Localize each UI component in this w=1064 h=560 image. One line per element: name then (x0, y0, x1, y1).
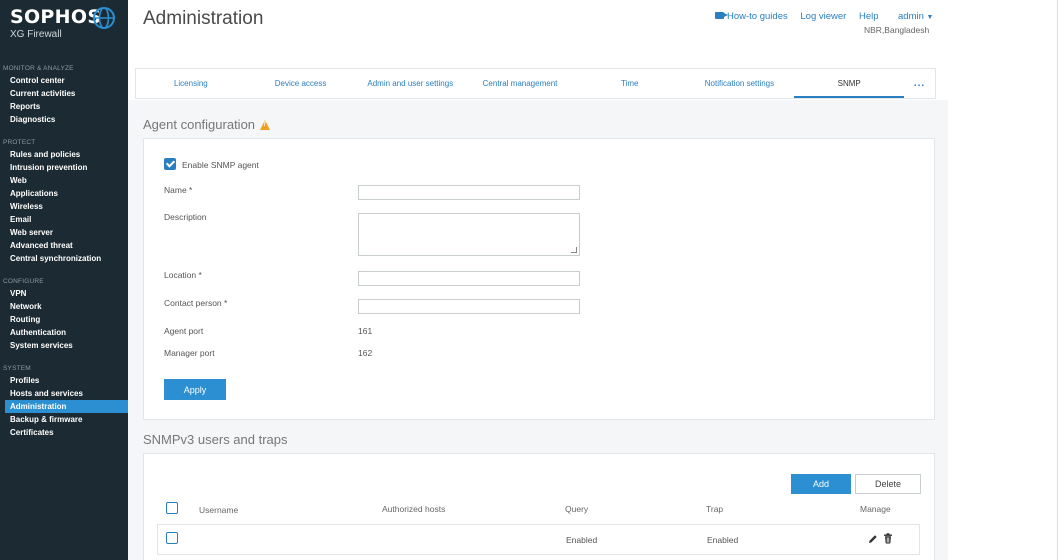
description-label: Description (164, 212, 207, 222)
description-textarea[interactable] (358, 213, 580, 256)
tab-notification-settings[interactable]: Notification settings (685, 69, 795, 98)
nav-gap (0, 126, 128, 138)
sidebar-item-intrusion-prevention[interactable]: Intrusion prevention (0, 161, 128, 174)
agent-configuration-label: Agent configuration (143, 117, 256, 132)
sidebar-nav: MONITOR & ANALYZE Control center Current a… (0, 64, 128, 439)
nav-section-monitor-analyze: MONITOR & ANALYZE (3, 65, 74, 72)
nav-gap (0, 352, 128, 364)
admin-location: NBR,Bangladesh (864, 25, 930, 35)
column-username[interactable]: Username (199, 505, 238, 515)
how-to-guides-label: How-to guides (727, 11, 788, 22)
column-trap[interactable]: Trap (706, 504, 723, 514)
table-row[interactable] (157, 524, 920, 555)
add-button[interactable]: Add (791, 474, 851, 494)
row-trap: Enabled (707, 535, 739, 545)
warning-icon (260, 120, 271, 130)
select-all-checkbox[interactable] (166, 502, 178, 514)
sidebar-item-system-services[interactable]: System services (0, 339, 128, 352)
location-label: Location * (164, 270, 202, 280)
sidebar-item-email[interactable]: Email (0, 213, 128, 226)
sidebar-item-wireless[interactable]: Wireless (0, 200, 128, 213)
brand-name: SOPHOS (10, 6, 102, 28)
product-name: XG Firewall (10, 29, 62, 40)
name-input[interactable] (358, 185, 580, 200)
sidebar-item-current-activities[interactable]: Current activities (0, 87, 128, 100)
sidebar-item-profiles[interactable]: Profiles (0, 374, 128, 387)
sidebar-item-web[interactable]: Web (0, 174, 128, 187)
sidebar-item-network[interactable]: Network (0, 300, 128, 313)
sidebar: SOPHOS XG Firewall MONITOR & ANALYZE Cont… (0, 0, 128, 560)
sidebar-item-routing[interactable]: Routing (0, 313, 128, 326)
row-query: Enabled (566, 535, 598, 545)
sidebar-item-administration[interactable]: Administration (5, 400, 128, 413)
sidebar-item-reports[interactable]: Reports (0, 100, 128, 113)
caret-down-icon: ▼ (926, 14, 934, 21)
manager-port-value: 162 (358, 348, 373, 358)
tab-admin-and-user-settings[interactable]: Admin and user settings (355, 69, 465, 98)
window-edge (1057, 0, 1058, 560)
column-authorized-hosts[interactable]: Authorized hosts (382, 504, 445, 514)
edit-pencil-icon[interactable] (868, 534, 878, 544)
sidebar-item-hosts-and-services[interactable]: Hosts and services (0, 387, 128, 400)
location-input[interactable] (358, 271, 580, 286)
tab-time[interactable]: Time (575, 69, 685, 98)
contact-person-input[interactable] (358, 299, 580, 314)
contact-person-label: Contact person * (164, 298, 228, 308)
nav-section-protect: PROTECT (3, 139, 36, 146)
resize-grip-icon[interactable] (571, 247, 577, 253)
tab-snmp[interactable]: SNMP (794, 69, 905, 98)
row-checkbox[interactable] (166, 532, 178, 544)
apply-button[interactable]: Apply (164, 379, 226, 400)
nav-gap (0, 265, 128, 277)
sidebar-item-web-server[interactable]: Web server (0, 226, 128, 239)
sophos-globe-icon (93, 7, 115, 29)
sophos-logo[interactable]: SOPHOS XG Firewall (10, 6, 115, 40)
column-query[interactable]: Query (565, 504, 588, 514)
header-links: How-to guides Log viewer Help (715, 11, 889, 22)
sidebar-item-diagnostics[interactable]: Diagnostics (0, 113, 128, 126)
sidebar-item-backup-firmware[interactable]: Backup & firmware (0, 413, 128, 426)
sidebar-item-advanced-threat[interactable]: Advanced threat (0, 239, 128, 252)
agent-configuration-title: Agent configuration (143, 117, 271, 132)
agent-port-label: Agent port (164, 326, 204, 336)
agent-port-value: 161 (358, 326, 373, 336)
sidebar-item-vpn[interactable]: VPN (0, 287, 128, 300)
sidebar-item-control-center[interactable]: Control center (0, 74, 128, 87)
delete-trash-icon[interactable] (883, 533, 893, 544)
log-viewer-link[interactable]: Log viewer (800, 11, 846, 22)
sidebar-item-authentication[interactable]: Authentication (0, 326, 128, 339)
sidebar-item-central-synchronization[interactable]: Central synchronization (0, 252, 128, 265)
enable-snmp-agent-label: Enable SNMP agent (182, 160, 259, 170)
delete-button[interactable]: Delete (855, 474, 921, 494)
sidebar-item-applications[interactable]: Applications (0, 187, 128, 200)
snmpv3-title: SNMPv3 users and traps (143, 432, 288, 447)
video-camera-icon (715, 12, 728, 19)
tab-bar: Licensing Device access Admin and user set… (135, 68, 936, 99)
how-to-guides-link[interactable]: How-to guides (715, 11, 788, 22)
tab-more[interactable]: ... (904, 69, 935, 98)
tab-central-management[interactable]: Central management (465, 69, 575, 98)
admin-user-menu[interactable]: admin ▼ (898, 11, 933, 22)
sidebar-item-rules-and-policies[interactable]: Rules and policies (0, 148, 128, 161)
name-label: Name * (164, 185, 193, 195)
help-link[interactable]: Help (859, 11, 879, 22)
column-manage: Manage (860, 504, 891, 514)
sidebar-item-certificates[interactable]: Certificates (0, 426, 128, 439)
nav-section-configure: CONFIGURE (3, 278, 44, 285)
admin-user-label: admin (898, 11, 924, 22)
tab-device-access[interactable]: Device access (246, 69, 356, 98)
page-title: Administration (143, 8, 264, 29)
tab-licensing[interactable]: Licensing (136, 69, 246, 98)
nav-section-system: SYSTEM (3, 365, 31, 372)
enable-snmp-agent-checkbox[interactable] (164, 158, 176, 170)
manager-port-label: Manager port (164, 348, 215, 358)
